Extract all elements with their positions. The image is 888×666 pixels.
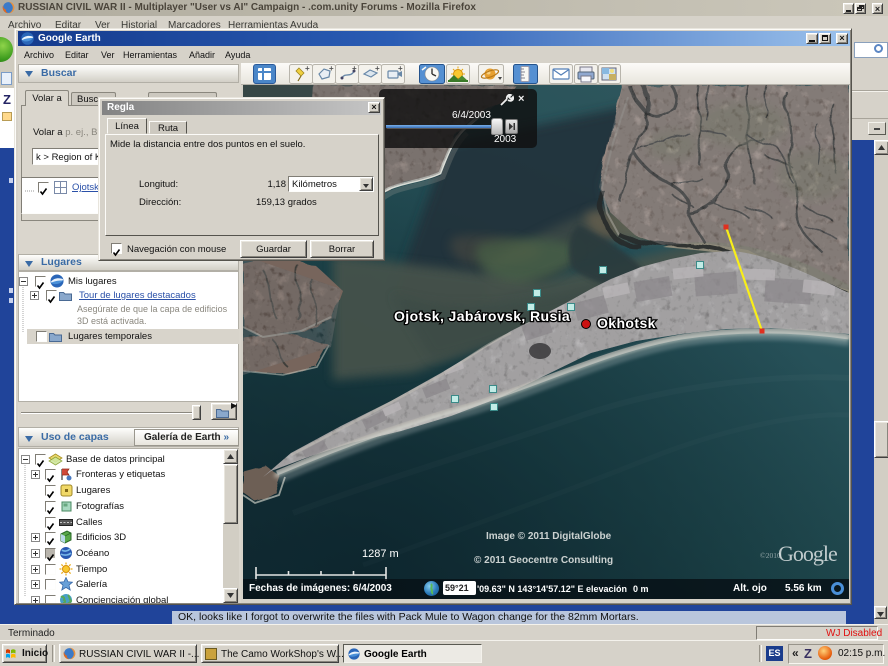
svg-text:© 2011 Geocentre Consulting: © 2011 Geocentre Consulting [474, 555, 613, 566]
svg-text:+: + [305, 64, 310, 73]
svg-text:Image © 2011 DigitalGlobe: Image © 2011 DigitalGlobe [486, 531, 612, 542]
svg-text:1287 m: 1287 m [362, 548, 399, 560]
svg-text:Google: Google [778, 541, 837, 566]
svg-text:+: + [352, 64, 357, 73]
svg-text:+: + [375, 64, 380, 73]
svg-text:Okhotsk: Okhotsk [597, 315, 656, 331]
svg-text:Ojotsk, Jabárovsk, Rusia: Ojotsk, Jabárovsk, Rusia [394, 308, 570, 324]
svg-text:+: + [329, 64, 334, 73]
svg-text:+: + [398, 64, 403, 73]
